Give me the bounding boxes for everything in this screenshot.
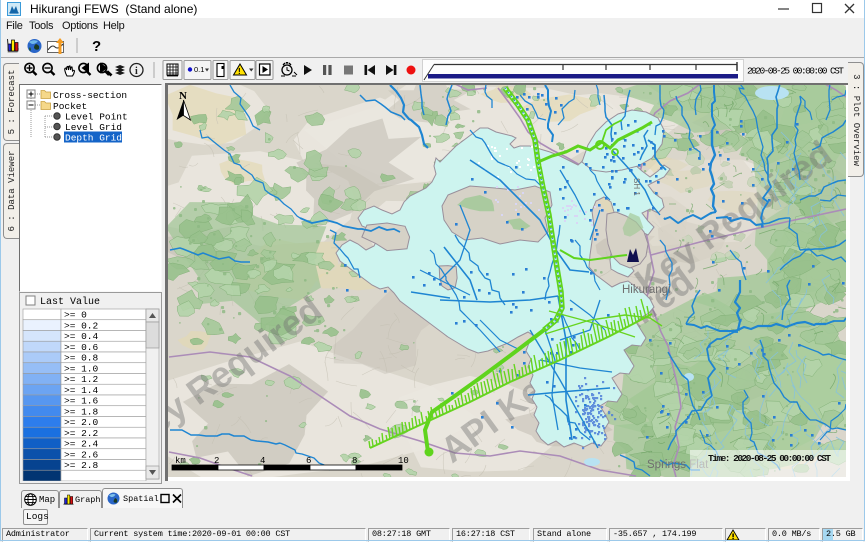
svg-text:i: i <box>135 66 138 77</box>
svg-text:2020-08-25 00:00:00 CST: 2020-08-25 00:00:00 CST <box>747 66 844 77</box>
svg-text:>= 1.0: >= 1.0 <box>64 363 99 374</box>
svg-text:2: 2 <box>214 456 219 466</box>
svg-text:8: 8 <box>352 456 357 466</box>
svg-text:10: 10 <box>398 456 409 466</box>
svg-text:Pocket: Pocket <box>53 101 87 112</box>
svg-text:>= 2.6: >= 2.6 <box>64 449 99 460</box>
svg-text:>= 2.4: >= 2.4 <box>64 439 99 450</box>
svg-text:4: 4 <box>260 456 265 466</box>
svg-text:>= 0.6: >= 0.6 <box>64 342 99 353</box>
svg-text:Hikurangi: Hikurangi <box>622 284 671 296</box>
svg-text:km: km <box>175 456 186 466</box>
svg-text:Level Grid: Level Grid <box>65 122 122 133</box>
svg-text:Last Value: Last Value <box>40 296 100 308</box>
svg-text:6: 6 <box>306 456 311 466</box>
svg-text:>= 0.8: >= 0.8 <box>64 353 99 364</box>
svg-text:SH 1: SH 1 <box>632 178 641 196</box>
svg-text:Time: 2020-08-25 00:00:00 CST: Time: 2020-08-25 00:00:00 CST <box>708 453 831 464</box>
svg-text:>= 2.2: >= 2.2 <box>64 428 99 439</box>
svg-text:>= 0.4: >= 0.4 <box>64 331 99 342</box>
svg-text:!: ! <box>238 67 241 76</box>
svg-text:>= 0.2: >= 0.2 <box>64 320 99 331</box>
svg-text:>= 2.0: >= 2.0 <box>64 417 99 428</box>
svg-text:>= 1.2: >= 1.2 <box>64 374 99 385</box>
svg-text:0.1: 0.1 <box>194 65 204 74</box>
svg-text:N: N <box>179 90 187 102</box>
svg-text:>= 1.6: >= 1.6 <box>64 396 99 407</box>
svg-text:Level Point: Level Point <box>65 112 128 123</box>
svg-text:>= 1.8: >= 1.8 <box>64 406 99 417</box>
svg-text:>= 2.8: >= 2.8 <box>64 460 99 471</box>
svg-text:?: ? <box>92 38 101 55</box>
svg-text:>= 1.4: >= 1.4 <box>64 385 99 396</box>
svg-text:Depth Grid: Depth Grid <box>65 133 122 144</box>
svg-text:>= 0: >= 0 <box>64 310 87 321</box>
svg-text:Cross-section: Cross-section <box>53 90 127 101</box>
